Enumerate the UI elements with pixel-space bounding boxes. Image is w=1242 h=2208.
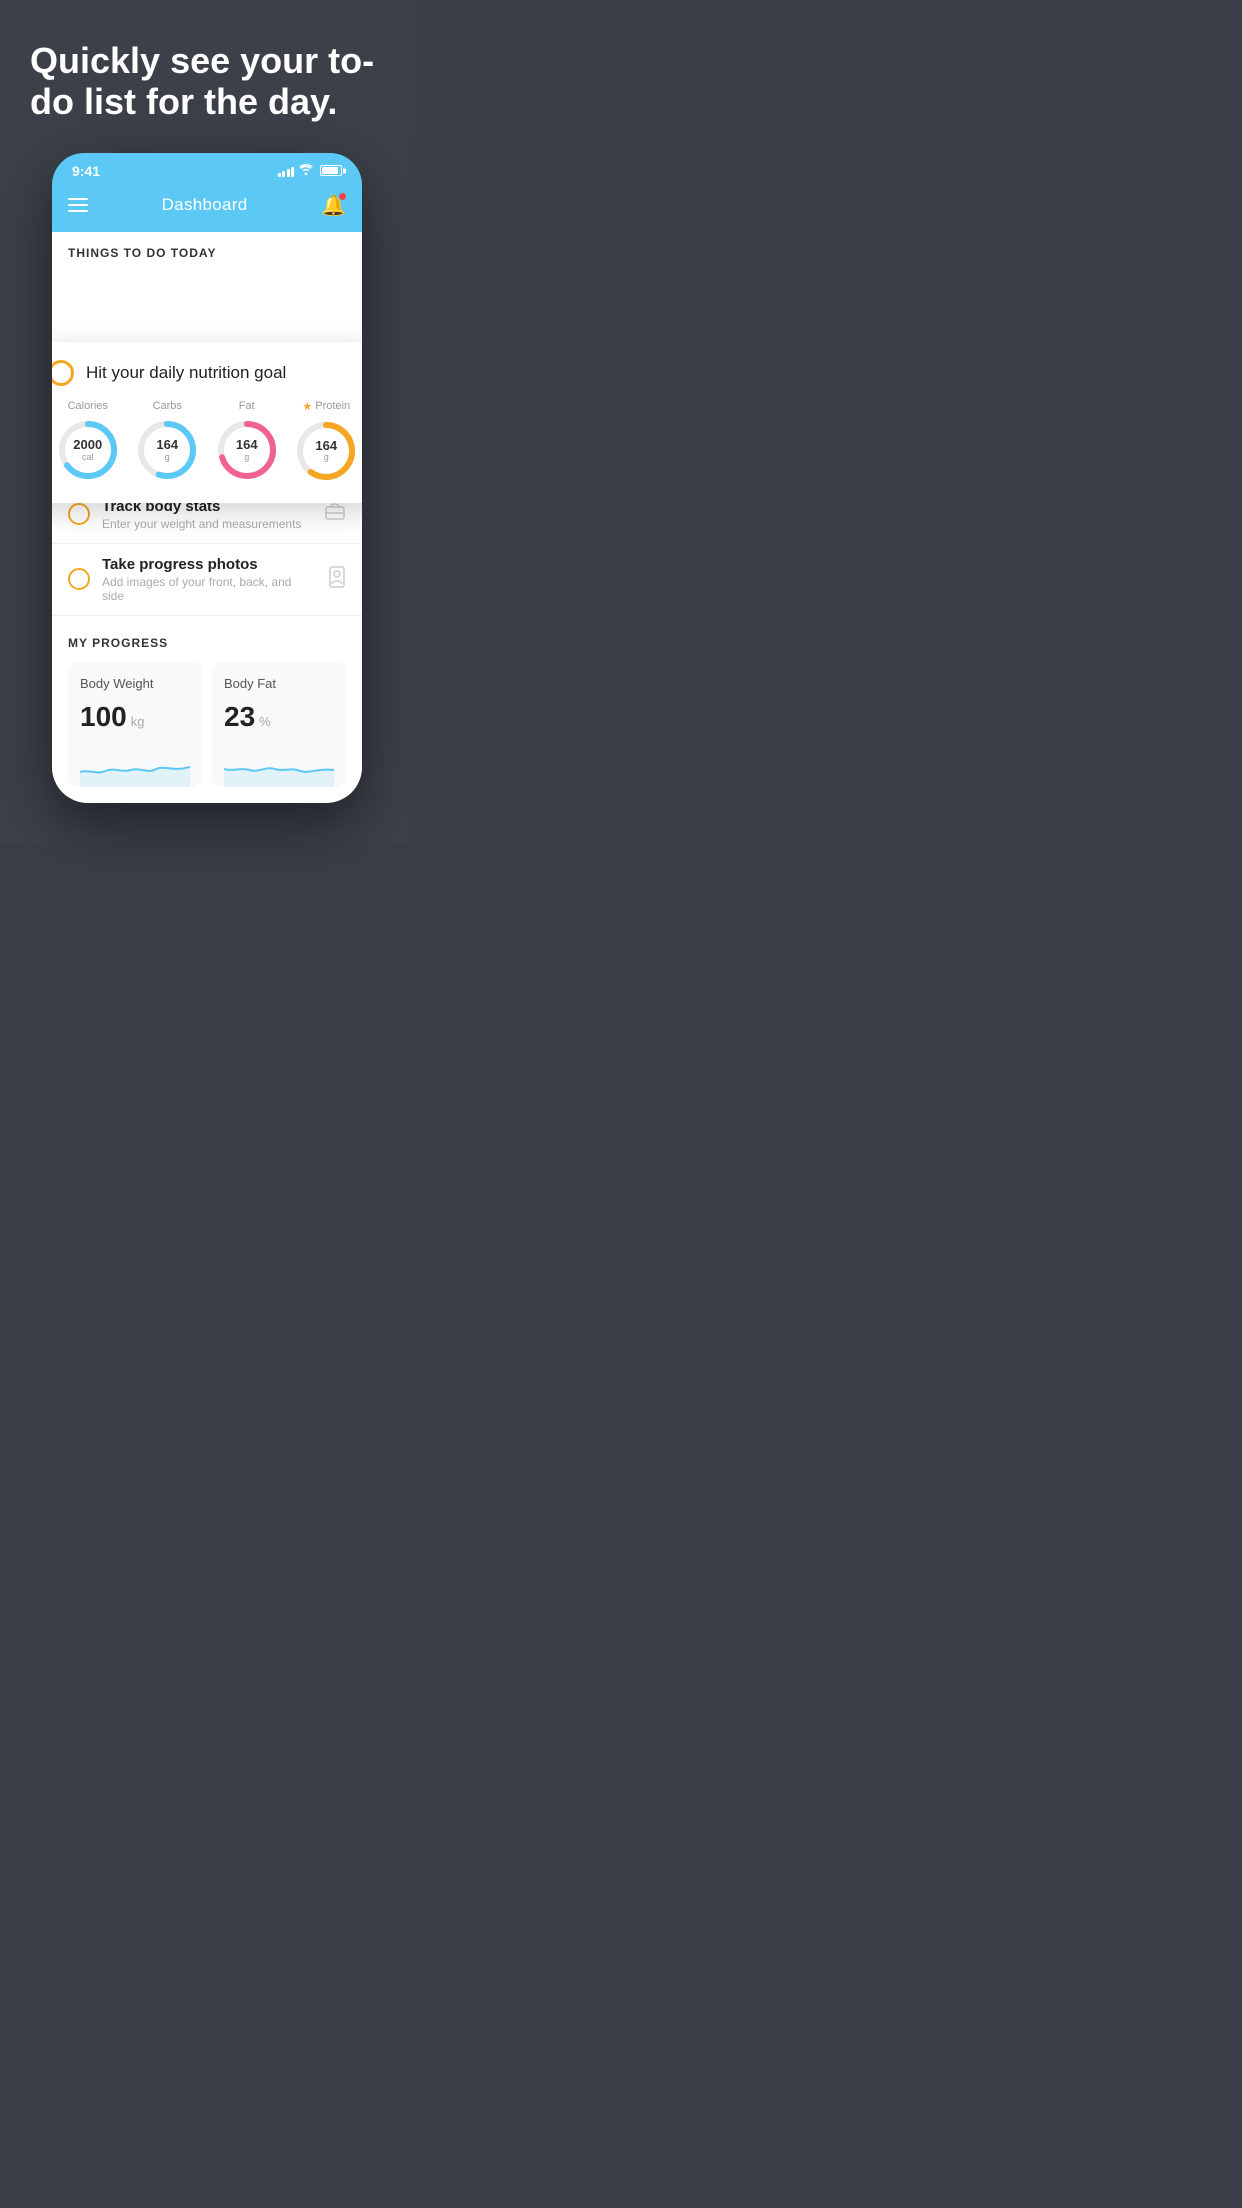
carbs-donut: 164 g (135, 418, 199, 482)
person-icon (328, 566, 346, 593)
body-fat-value-row: 23 % (224, 701, 334, 733)
progress-section-title: MY PROGRESS (68, 636, 346, 650)
progress-photos-check (68, 568, 90, 590)
status-bar: 9:41 (52, 153, 362, 185)
things-to-do-title: THINGS TO DO TODAY (52, 232, 362, 268)
nutrition-card: Hit your daily nutrition goal Calories (52, 342, 362, 503)
body-weight-chart (80, 747, 190, 787)
carbs-label: Carbs (153, 400, 182, 412)
status-icons (278, 164, 343, 178)
stat-carbs: Carbs 164 g (135, 400, 199, 482)
background-page: Quickly see your to-do list for the day.… (0, 0, 414, 843)
fat-label: Fat (239, 400, 255, 412)
progress-photos-content: Take progress photos Add images of your … (102, 556, 316, 603)
body-weight-unit: kg (131, 714, 145, 729)
phone-body: THINGS TO DO TODAY Hit your daily nutrit… (52, 232, 362, 803)
stat-protein: ★ Protein 164 g (294, 400, 358, 483)
body-fat-value: 23 (224, 701, 255, 733)
body-fat-chart (224, 747, 334, 787)
progress-photos-subtitle: Add images of your front, back, and side (102, 575, 316, 603)
app-header: Dashboard 🔔 (52, 185, 362, 232)
body-weight-value-row: 100 kg (80, 701, 190, 733)
signal-icon (278, 165, 295, 177)
nutrition-stats: Calories 2000 cal (52, 400, 362, 483)
protein-label: ★ Protein (302, 400, 350, 413)
status-time: 9:41 (72, 163, 100, 179)
progress-section: MY PROGRESS Body Weight 100 kg (52, 616, 362, 803)
body-stats-subtitle: Enter your weight and measurements (102, 517, 312, 531)
todo-progress-photos[interactable]: Take progress photos Add images of your … (52, 544, 362, 616)
body-fat-title: Body Fat (224, 676, 334, 691)
notification-button[interactable]: 🔔 (321, 193, 346, 218)
menu-button[interactable] (68, 198, 88, 212)
fat-donut: 164 g (215, 418, 279, 482)
body-fat-card[interactable]: Body Fat 23 % (212, 662, 346, 787)
scale-icon (324, 503, 346, 526)
body-weight-value: 100 (80, 701, 127, 733)
hero-title: Quickly see your to-do list for the day. (30, 40, 384, 123)
body-weight-card[interactable]: Body Weight 100 kg (68, 662, 202, 787)
stat-fat: Fat 164 g (215, 400, 279, 482)
body-stats-check (68, 503, 90, 525)
calories-donut: 2000 cal (56, 418, 120, 482)
body-fat-unit: % (259, 714, 271, 729)
nutrition-card-header: Hit your daily nutrition goal (52, 360, 362, 386)
nutrition-goal-text: Hit your daily nutrition goal (86, 363, 286, 383)
wifi-icon (299, 164, 313, 178)
hero-section: Quickly see your to-do list for the day. (0, 0, 414, 143)
protein-donut: 164 g (294, 419, 358, 483)
app-title: Dashboard (162, 195, 248, 215)
star-icon: ★ (302, 400, 312, 413)
battery-icon (320, 165, 342, 176)
calories-label: Calories (68, 400, 108, 412)
nutrition-check-circle (52, 360, 74, 386)
progress-photos-title: Take progress photos (102, 556, 316, 573)
body-weight-title: Body Weight (80, 676, 190, 691)
progress-cards: Body Weight 100 kg Bo (68, 662, 346, 787)
notification-dot (339, 193, 346, 200)
stat-calories: Calories 2000 cal (56, 400, 120, 482)
phone-mockup: 9:41 Dashboard (52, 153, 362, 803)
